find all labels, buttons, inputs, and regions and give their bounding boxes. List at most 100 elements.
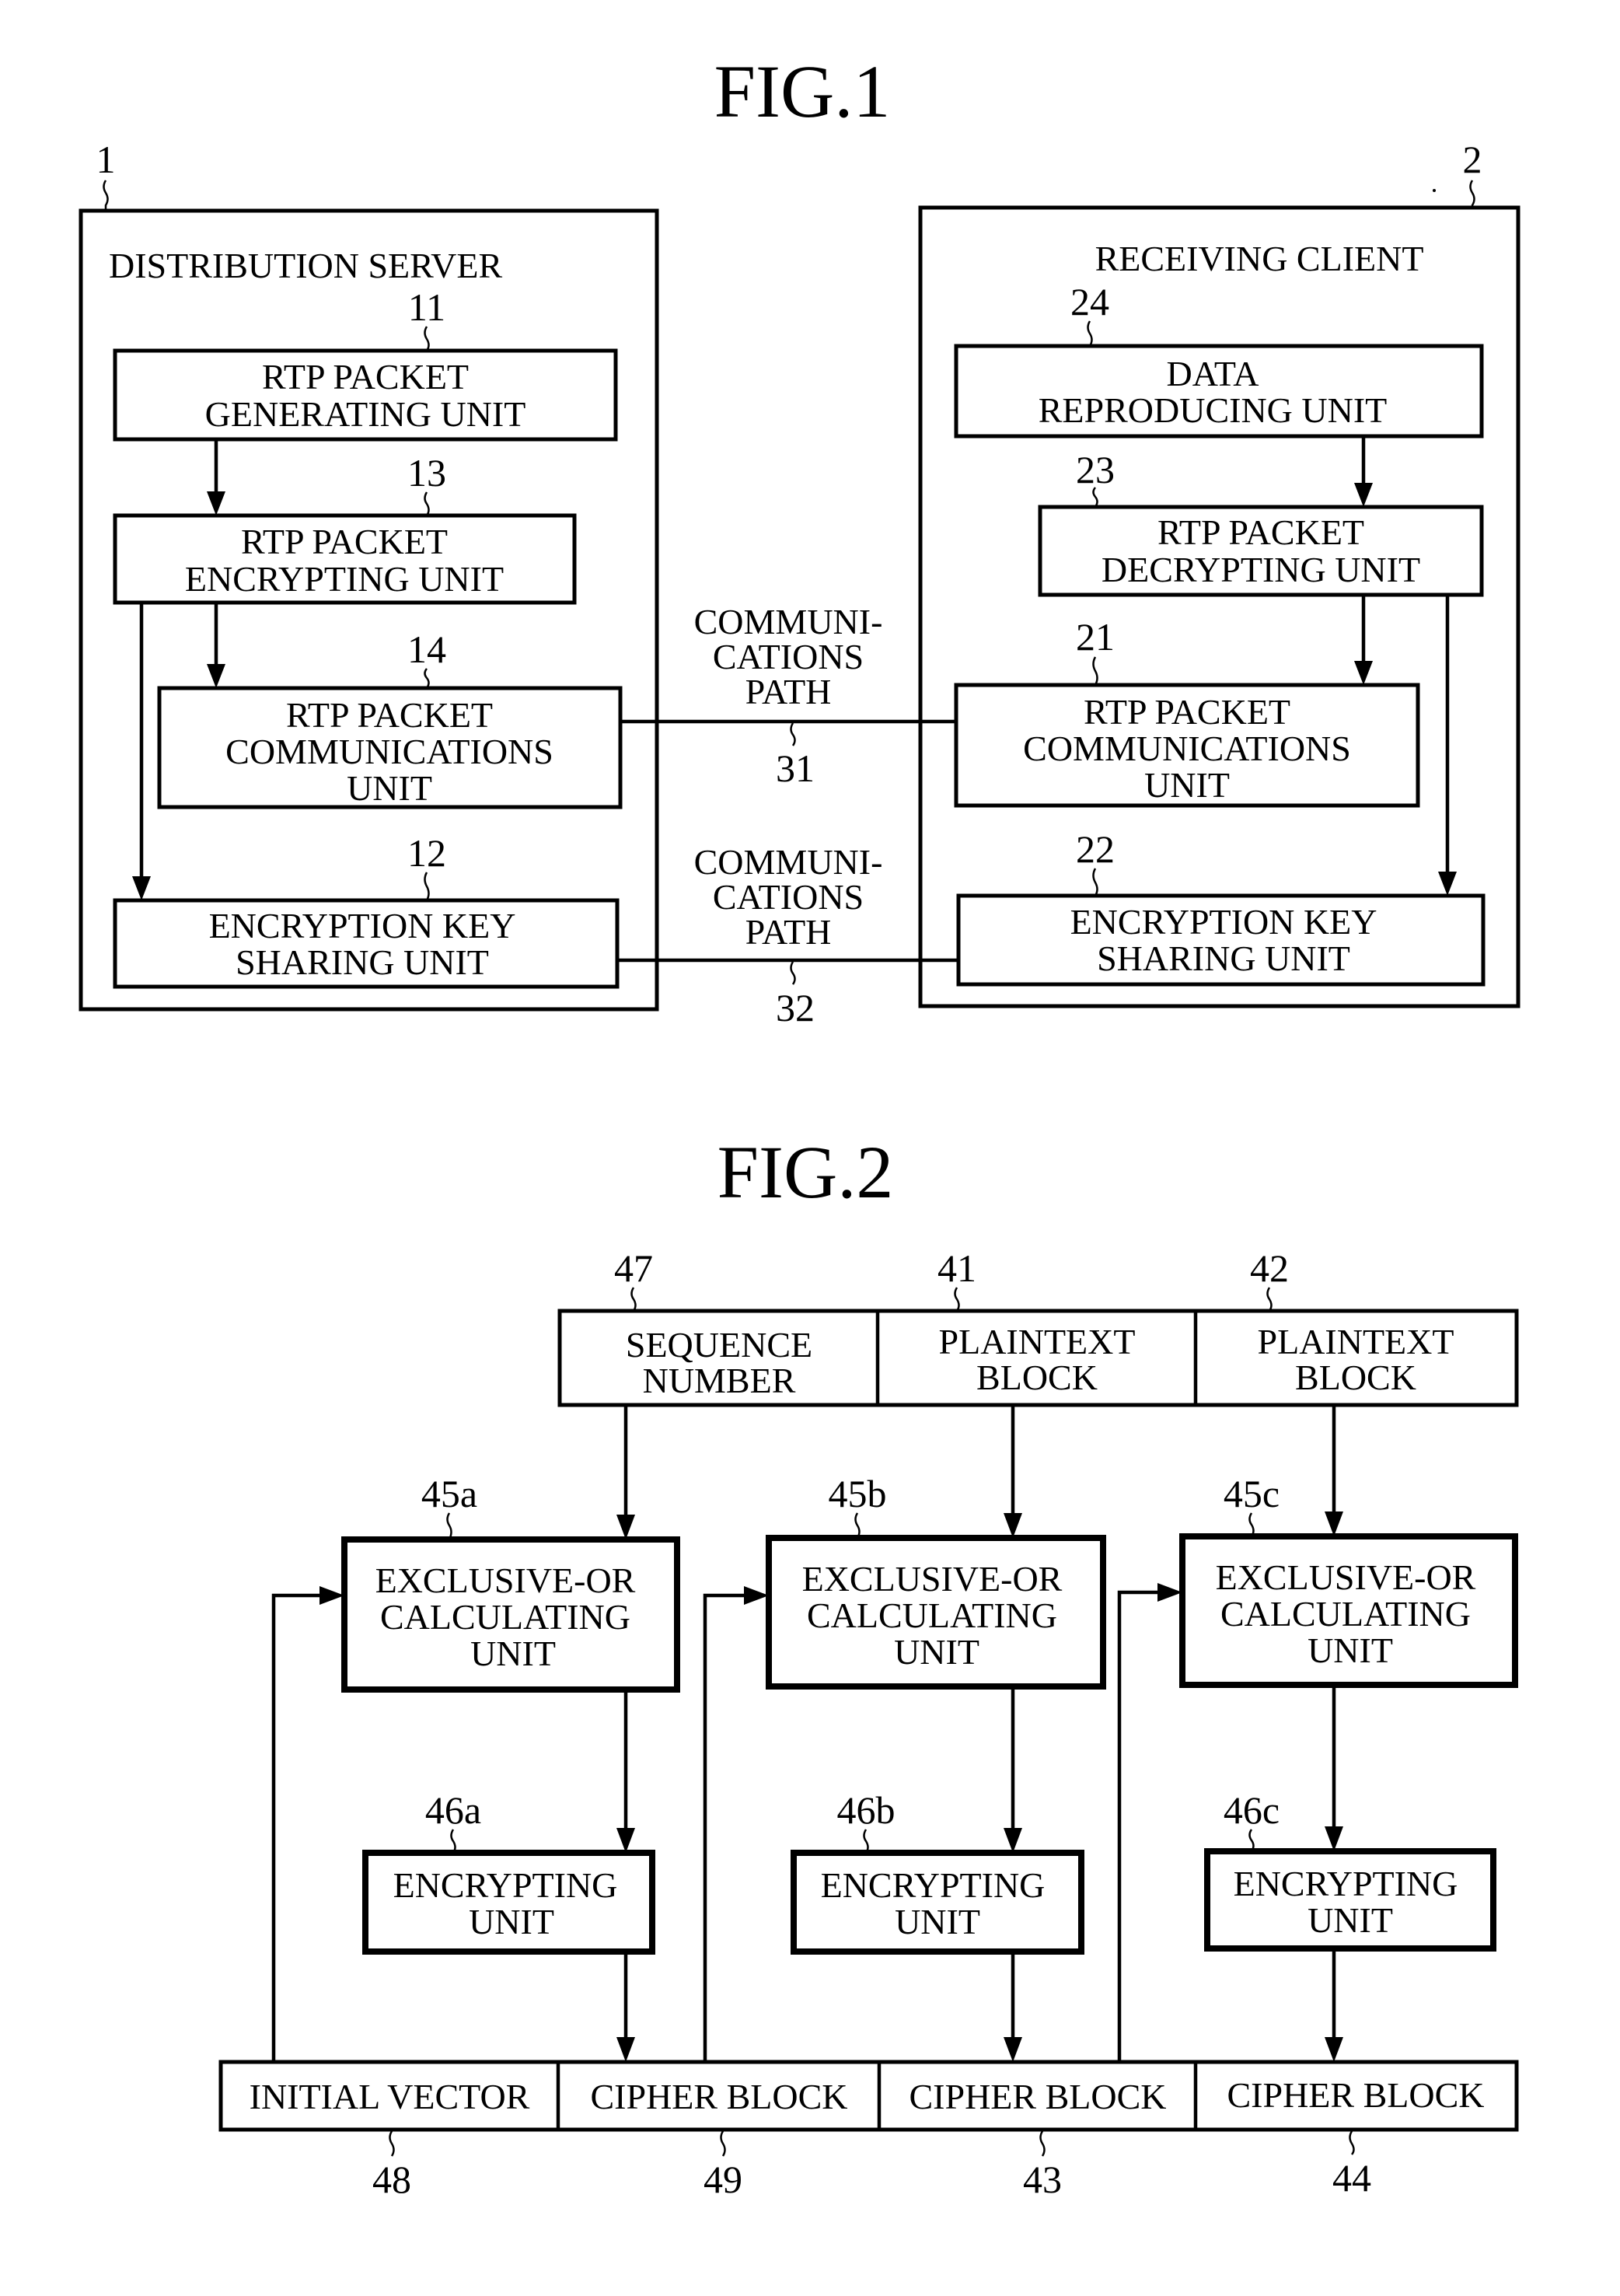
unit-label-line: ENCRYPTING xyxy=(393,1865,618,1905)
distribution-server: 1 DISTRIBUTION SERVER 11 RTP PACKET GENE… xyxy=(79,138,659,1012)
client-label: RECEIVING CLIENT xyxy=(1095,239,1424,278)
ref-label: 46c xyxy=(1224,1788,1280,1832)
ref-label: 49 xyxy=(704,2158,742,2201)
unit-label-line: RTP PACKET xyxy=(1157,512,1364,552)
ref-label: 23 xyxy=(1076,448,1115,491)
leader-line xyxy=(790,961,796,985)
arrow-head xyxy=(319,1586,344,1605)
cell-label: CIPHER BLOCK xyxy=(910,2077,1167,2116)
unit-label-line: CALCULATING xyxy=(1220,1594,1471,1634)
path-label-line: COMMUNI- xyxy=(694,842,883,882)
unit-label-line: DECRYPTING UNIT xyxy=(1102,550,1420,589)
cell-label-line: BLOCK xyxy=(976,1358,1098,1397)
unit-label-line: UNIT xyxy=(1308,1630,1393,1670)
unit-label-line: UNIT xyxy=(895,1902,980,1941)
communications-path-32: COMMUNI- CATIONS PATH 32 xyxy=(617,842,958,1029)
ref-label: 45b xyxy=(829,1472,887,1515)
unit-label-line: SHARING UNIT xyxy=(236,942,489,982)
ref-label: 12 xyxy=(407,831,446,875)
unit-label-line: RTP PACKET xyxy=(1084,692,1290,732)
leader-line xyxy=(1469,180,1475,208)
feedback-line-iv xyxy=(271,1593,323,2062)
server-label: DISTRIBUTION SERVER xyxy=(109,246,502,285)
unit-label-line: SHARING UNIT xyxy=(1097,938,1350,978)
path-label-line: CATIONS xyxy=(713,877,864,917)
path-label-line: PATH xyxy=(745,672,832,711)
server-container xyxy=(79,208,659,1012)
cipher-block-49-cell: CIPHER BLOCK 49 xyxy=(591,2077,848,2201)
ref-label: 24 xyxy=(1070,280,1109,323)
patent-drawing: FIG.1 1 DISTRIBUTION SERVER 11 RTP PACKE… xyxy=(79,50,1520,2201)
ref-label: 13 xyxy=(407,451,446,494)
input-row: 47 SEQUENCE NUMBER 41 PLAINTEXT BLOCK 42… xyxy=(557,1246,1519,1407)
unit-label-line: CALCULATING xyxy=(807,1595,1057,1635)
arrow-head xyxy=(1325,2037,1343,2062)
ref-label: 42 xyxy=(1250,1246,1289,1290)
leader-line xyxy=(389,2130,395,2157)
leader-line xyxy=(1248,1512,1255,1537)
cell-label-line: NUMBER xyxy=(643,1361,796,1400)
arrow-head xyxy=(616,1828,635,1853)
ref-label: 41 xyxy=(937,1246,976,1290)
arrow-head xyxy=(1004,2037,1022,2062)
unit-label-line: COMMUNICATIONS xyxy=(1023,729,1351,768)
unit-label-line: UNIT xyxy=(1308,1900,1393,1940)
unit-label-line: EXCLUSIVE-OR xyxy=(802,1559,1063,1599)
feedback-line-43 xyxy=(1117,1590,1161,2062)
leader-line xyxy=(450,1829,456,1854)
leader-line xyxy=(790,722,796,746)
figure-1: FIG.1 1 DISTRIBUTION SERVER 11 RTP PACKE… xyxy=(79,50,1520,1029)
ref-label: 44 xyxy=(1332,2156,1371,2200)
cell-label-line: PLAINTEXT xyxy=(939,1322,1136,1361)
figure-1-title: FIG.1 xyxy=(714,50,891,133)
unit-label-line: UNIT xyxy=(894,1632,979,1672)
unit-label-line: ENCRYPTING UNIT xyxy=(185,559,504,599)
leader-line xyxy=(1248,1829,1255,1852)
unit-label-line: UNIT xyxy=(1144,765,1230,805)
unit-label-line: ENCRYPTION KEY xyxy=(209,906,516,945)
xor-unit-45b: 45b EXCLUSIVE-OR CALCULATING UNIT xyxy=(766,1472,1106,1690)
leader-line xyxy=(854,1512,861,1539)
ref-label: 45a xyxy=(421,1472,477,1515)
unit-label-line: EXCLUSIVE-OR xyxy=(1216,1557,1476,1597)
unit-label-line: UNIT xyxy=(469,1902,554,1941)
ref-label: 43 xyxy=(1023,2158,1062,2201)
ref-label: 31 xyxy=(776,746,815,790)
ref-label: 1 xyxy=(96,138,116,181)
cell-label-line: PLAINTEXT xyxy=(1258,1322,1454,1361)
feedback-line-49 xyxy=(703,1593,747,2062)
ref-label: 46b xyxy=(837,1788,896,1832)
cell-label-line: SEQUENCE xyxy=(626,1325,812,1365)
arrow-head xyxy=(744,1586,769,1605)
unit-label-line: ENCRYPTING xyxy=(821,1865,1046,1905)
unit-label-line: RTP PACKET xyxy=(262,357,469,397)
client-container xyxy=(918,205,1520,1008)
arrow-head xyxy=(1157,1583,1182,1602)
ref-label: 45c xyxy=(1224,1472,1280,1515)
ref-label: 22 xyxy=(1076,827,1115,871)
ref-label: 11 xyxy=(408,285,445,329)
ref-label: 46a xyxy=(425,1788,481,1832)
leader-line xyxy=(1349,2130,1355,2155)
speck xyxy=(1433,189,1436,192)
unit-label-line: CALCULATING xyxy=(380,1597,630,1637)
unit-label-line: UNIT xyxy=(347,768,432,808)
cell-label: CIPHER BLOCK xyxy=(591,2077,848,2116)
figure-2-title: FIG.2 xyxy=(717,1131,894,1214)
encrypting-unit-46b: 46b ENCRYPTING UNIT xyxy=(791,1788,1084,1955)
ref-label: 21 xyxy=(1076,615,1115,659)
arrow-head xyxy=(1004,1513,1022,1538)
arrow-head xyxy=(1325,1826,1343,1851)
cipher-block-44-cell: CIPHER BLOCK 44 xyxy=(1227,2075,1485,2200)
ref-label: 2 xyxy=(1463,138,1482,181)
path-label-line: CATIONS xyxy=(713,637,864,676)
leader-line xyxy=(1039,2130,1046,2157)
leader-line xyxy=(103,180,109,211)
figure-2: FIG.2 47 SEQUENCE NUMBER 41 PLAINTEXT BL… xyxy=(218,1131,1519,2201)
cell-label: INITIAL VECTOR xyxy=(250,2077,530,2116)
leader-line xyxy=(446,1512,452,1540)
leader-line xyxy=(954,1287,960,1312)
output-row: INITIAL VECTOR 48 CIPHER BLOCK 49 CIPHER… xyxy=(218,2060,1519,2201)
leader-line xyxy=(630,1287,637,1312)
communications-path-31: COMMUNI- CATIONS PATH 31 xyxy=(620,602,956,790)
